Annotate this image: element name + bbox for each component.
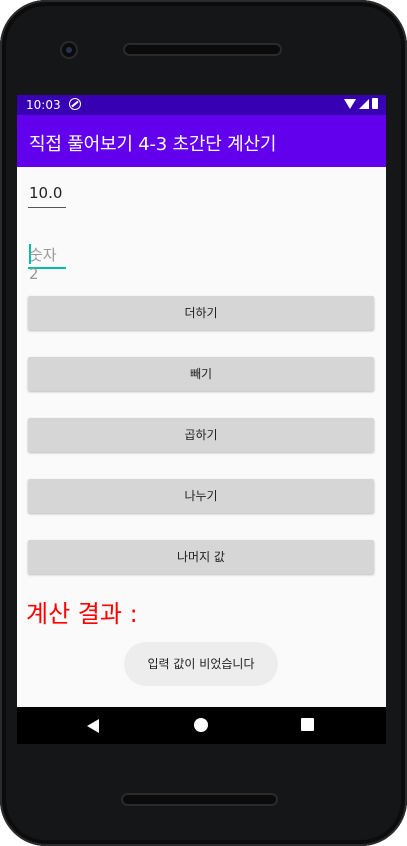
earpiece-speaker bbox=[125, 45, 280, 54]
recents-icon[interactable] bbox=[301, 718, 314, 731]
data-saver-icon bbox=[69, 98, 81, 110]
app-bar: 직접 풀어보기 4-3 초간단 계산기 bbox=[17, 115, 386, 167]
home-icon[interactable] bbox=[194, 718, 208, 732]
toast-message: 입력 값이 비었습니다 bbox=[124, 642, 278, 686]
remainder-button[interactable]: 나머지 값 bbox=[28, 540, 374, 574]
navigation-bar bbox=[17, 707, 386, 744]
main-content: 10.0 숫자2 더하기 빼기 곱하기 나누기 나머지 값 계산 결과 : 입력… bbox=[17, 167, 386, 707]
subtract-button[interactable]: 빼기 bbox=[28, 357, 374, 391]
battery-icon bbox=[372, 98, 378, 109]
back-icon[interactable] bbox=[87, 719, 99, 733]
divide-button[interactable]: 나누기 bbox=[28, 479, 374, 513]
add-button[interactable]: 더하기 bbox=[28, 296, 374, 330]
bottom-speaker bbox=[123, 795, 276, 804]
app-title: 직접 풀어보기 4-3 초간단 계산기 bbox=[29, 134, 277, 155]
number2-placeholder: 숫자2 bbox=[29, 246, 57, 283]
status-bar: 10:03 bbox=[17, 95, 386, 115]
number2-input[interactable]: 숫자2 bbox=[28, 239, 66, 283]
result-label: 계산 결과 : bbox=[26, 600, 138, 628]
number1-input[interactable]: 10.0 bbox=[28, 179, 66, 208]
phone-frame: 10:03 직접 풀어보기 4-3 초간단 계산기 10.0 숫자2 더하기 빼… bbox=[0, 0, 407, 846]
device-screen: 10:03 직접 풀어보기 4-3 초간단 계산기 10.0 숫자2 더하기 빼… bbox=[17, 95, 386, 744]
status-icons bbox=[344, 98, 378, 109]
multiply-button[interactable]: 곱하기 bbox=[28, 418, 374, 452]
wifi-icon bbox=[344, 98, 356, 109]
number1-value: 10.0 bbox=[29, 184, 63, 202]
front-camera-icon bbox=[62, 43, 76, 57]
status-time: 10:03 bbox=[26, 98, 61, 112]
signal-icon bbox=[359, 98, 369, 109]
